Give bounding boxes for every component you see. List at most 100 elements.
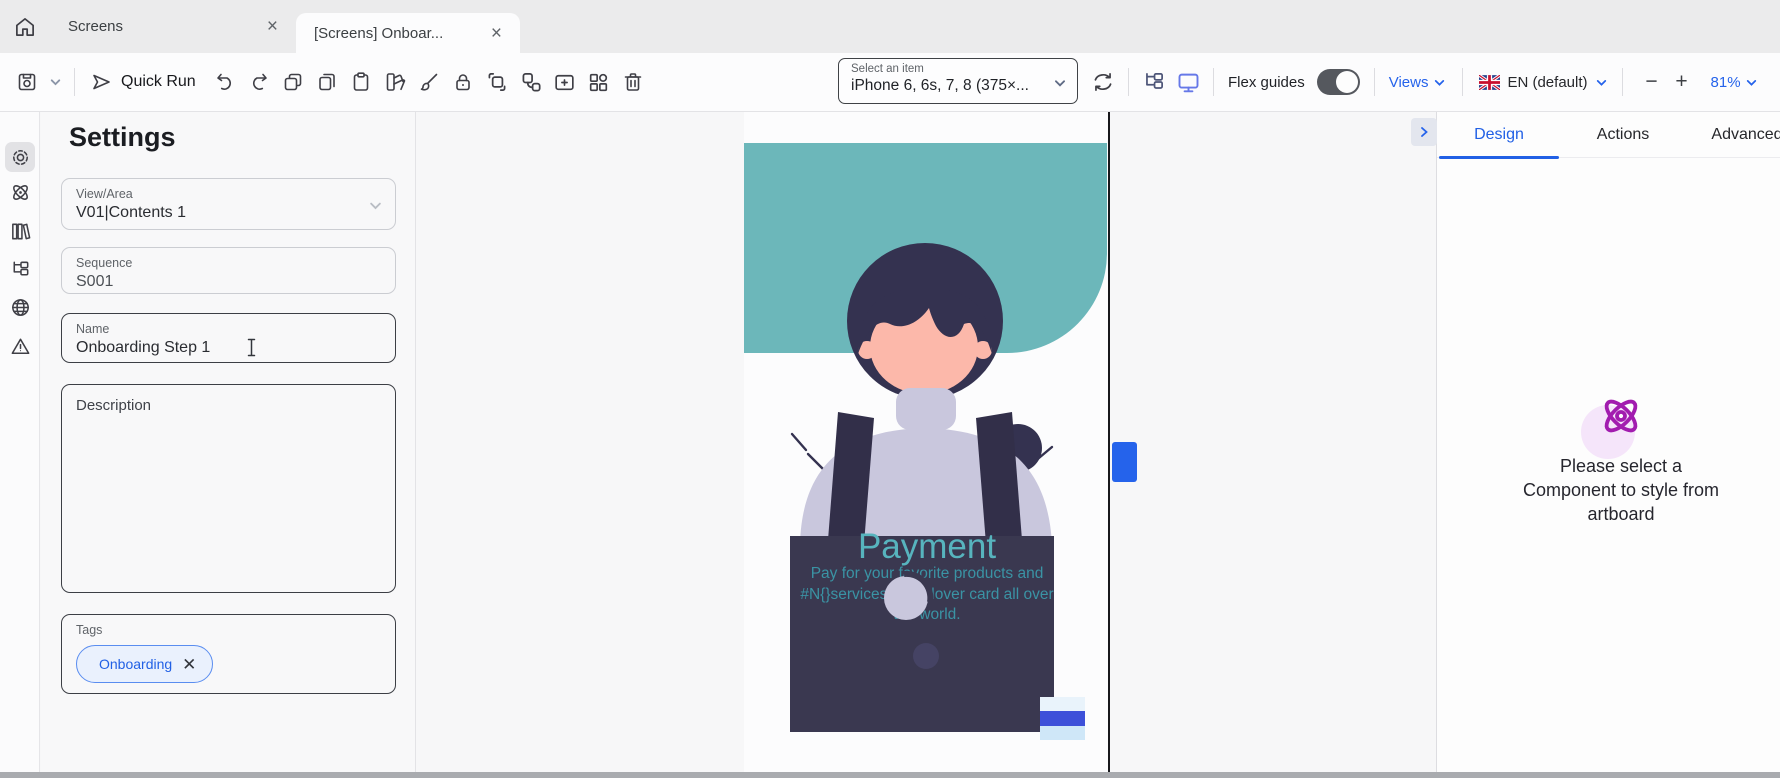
chevron-down-icon xyxy=(49,76,62,89)
lock-button[interactable] xyxy=(446,65,480,99)
lock-icon xyxy=(451,70,475,94)
tags-field[interactable]: Tags Onboarding ✕ xyxy=(61,614,396,694)
tab-design[interactable]: Design xyxy=(1437,112,1561,158)
zoom-in-button[interactable]: + xyxy=(1667,70,1697,94)
save-options-button[interactable] xyxy=(44,65,66,99)
tab-screens-onboarding[interactable]: [Screens] Onboar... × xyxy=(296,13,520,53)
sidebar-item-warnings[interactable] xyxy=(5,331,35,361)
delete-button[interactable] xyxy=(616,65,650,99)
zoom-level-dropdown[interactable]: 81% xyxy=(1711,74,1758,91)
save-icon xyxy=(15,70,39,94)
sync-icon xyxy=(1090,69,1116,95)
zoom-level-value: 81% xyxy=(1711,74,1741,91)
duplicate-button[interactable] xyxy=(276,65,310,99)
chevron-down-icon xyxy=(1595,76,1608,89)
zoom-out-button[interactable]: − xyxy=(1637,70,1667,94)
empty-state-line2: Component to style from xyxy=(1481,478,1761,502)
flex-guides-label: Flex guides xyxy=(1228,74,1305,91)
trash-icon xyxy=(621,70,645,94)
device-select-label: Select an item xyxy=(851,63,1065,75)
undo-button[interactable] xyxy=(208,65,242,99)
quick-run-label: Quick Run xyxy=(121,73,196,91)
inspector-panel: Design Actions Advanced Please select a … xyxy=(1436,112,1780,772)
tree-icon xyxy=(1141,69,1167,95)
language-dropdown[interactable]: EN (default) xyxy=(1479,74,1607,91)
preview-button[interactable] xyxy=(1171,65,1205,99)
detach-button[interactable] xyxy=(514,65,548,99)
sidebar-item-globe[interactable] xyxy=(5,292,35,322)
styles-button[interactable] xyxy=(378,65,412,99)
chevron-down-icon xyxy=(1053,76,1067,90)
empty-state-line3: artboard xyxy=(1481,502,1761,526)
save-button[interactable] xyxy=(10,65,44,99)
text-cursor-icon xyxy=(246,338,257,357)
divider xyxy=(1128,68,1129,96)
empty-state-line1: Please select a xyxy=(1481,454,1761,478)
close-icon[interactable]: × xyxy=(491,24,502,43)
add-folder-button[interactable] xyxy=(548,65,582,99)
canvas[interactable]: Payment Pay for your favorite products a… xyxy=(417,112,1436,772)
warning-icon xyxy=(9,335,32,358)
tab-advanced[interactable]: Advanced xyxy=(1685,112,1780,158)
redo-button[interactable] xyxy=(242,65,276,99)
brush-icon xyxy=(417,70,441,94)
group-button[interactable] xyxy=(480,65,514,99)
tab-advanced-label: Advanced xyxy=(1711,126,1780,144)
home-button[interactable] xyxy=(0,0,50,53)
sidebar-item-settings[interactable] xyxy=(5,142,35,172)
uk-flag-icon xyxy=(1479,75,1500,90)
view-area-select[interactable]: View/Area V01|Contents 1 xyxy=(61,178,396,230)
onboarding-illustration: Payment Pay for your favorite products a… xyxy=(744,112,1110,772)
sync-button[interactable] xyxy=(1086,65,1120,99)
tags-label: Tags xyxy=(76,623,381,637)
sequence-value: S001 xyxy=(76,273,381,291)
tag-chip-label: Onboarding xyxy=(99,656,172,672)
flex-guides-toggle[interactable] xyxy=(1317,69,1360,95)
divider xyxy=(74,68,75,96)
settings-panel: Settings View/Area V01|Contents 1 Sequen… xyxy=(41,112,416,772)
sidebar-item-structure[interactable] xyxy=(5,254,35,284)
copy-button[interactable] xyxy=(310,65,344,99)
quick-run-button[interactable]: Quick Run xyxy=(83,64,208,100)
home-icon xyxy=(12,14,38,40)
description-field[interactable]: Description xyxy=(61,384,396,593)
monitor-icon xyxy=(1175,69,1202,96)
horizontal-scrollbar[interactable] xyxy=(0,772,1780,778)
sidebar-item-components[interactable] xyxy=(5,177,35,207)
panel-collapse-button[interactable] xyxy=(1411,118,1437,146)
artboard[interactable]: Payment Pay for your favorite products a… xyxy=(744,112,1110,772)
view-area-label: View/Area xyxy=(76,187,381,201)
tag-chip-onboarding[interactable]: Onboarding ✕ xyxy=(76,645,213,683)
name-field[interactable]: Name Onboarding Step 1 xyxy=(61,313,396,363)
redo-icon xyxy=(247,70,271,94)
chevron-right-icon xyxy=(1418,126,1430,138)
atom-icon xyxy=(9,181,32,204)
sequence-field[interactable]: Sequence S001 xyxy=(61,247,396,294)
artboard-resize-handle[interactable] xyxy=(1112,442,1137,482)
brush-button[interactable] xyxy=(412,65,446,99)
remove-tag-icon[interactable]: ✕ xyxy=(182,656,196,673)
close-icon[interactable]: × xyxy=(267,17,278,36)
tab-screens[interactable]: Screens × xyxy=(50,0,296,53)
gear-icon xyxy=(9,146,32,169)
divider xyxy=(1374,68,1375,96)
components-button[interactable] xyxy=(582,65,616,99)
sequence-label: Sequence xyxy=(76,256,381,270)
tab-design-label: Design xyxy=(1474,126,1524,144)
paste-button[interactable] xyxy=(344,65,378,99)
language-label: EN (default) xyxy=(1507,74,1587,91)
sidebar-item-library[interactable] xyxy=(5,216,35,246)
artboard-title: Payment xyxy=(858,527,996,566)
settings-title: Settings xyxy=(69,122,176,153)
layers-tree-button[interactable] xyxy=(1137,65,1171,99)
tab-actions-label: Actions xyxy=(1597,126,1649,144)
views-dropdown[interactable]: Views xyxy=(1389,74,1447,91)
duplicate-icon xyxy=(281,70,305,94)
empty-state: Please select a Component to style from … xyxy=(1481,392,1761,526)
device-select[interactable]: Select an item iPhone 6, 6s, 7, 8 (375×.… xyxy=(838,58,1078,104)
tab-label: [Screens] Onboar... xyxy=(314,25,481,42)
tab-actions[interactable]: Actions xyxy=(1561,112,1685,158)
divider xyxy=(1622,68,1623,96)
atom-icon xyxy=(1597,392,1645,440)
toolbar: Quick Run xyxy=(0,53,1780,112)
